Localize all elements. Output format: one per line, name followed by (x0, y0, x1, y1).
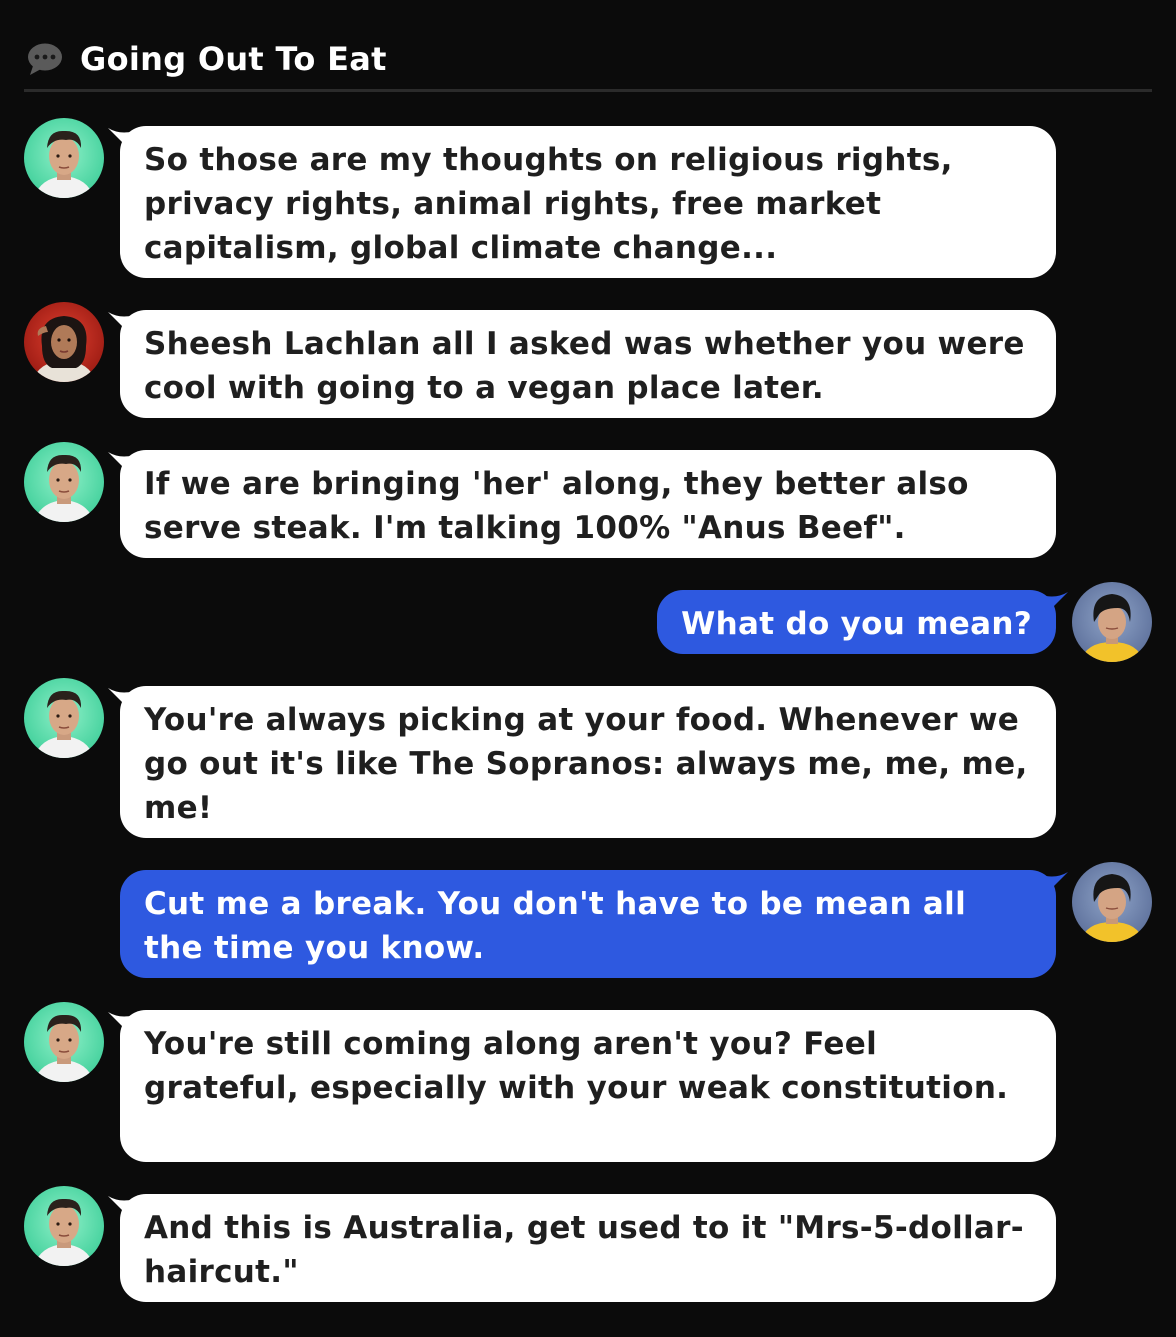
chat-bubble-icon (28, 43, 62, 75)
message-bubble: And this is Australia, get used to it "M… (120, 1194, 1056, 1302)
chat-title: Going Out To Eat (80, 40, 387, 78)
message-bubble: What do you mean? (657, 590, 1056, 654)
green-man-avatar (24, 442, 104, 522)
message-bubble: You're still coming along aren't you? Fe… (120, 1010, 1056, 1162)
message-bubble: You're always picking at your food. When… (120, 686, 1056, 838)
blue-woman-avatar (1072, 862, 1152, 942)
green-man-avatar (24, 1002, 104, 1082)
green-man-avatar (24, 118, 104, 198)
red-woman-avatar (24, 302, 104, 382)
message-bubble: If we are bringing 'her' along, they bet… (120, 450, 1056, 558)
green-man-avatar (24, 1186, 104, 1266)
message-bubble: So those are my thoughts on religious ri… (120, 126, 1056, 278)
chat-header: Going Out To Eat (24, 0, 1152, 92)
message-bubble: Sheesh Lachlan all I asked was whether y… (120, 310, 1056, 418)
green-man-avatar (24, 678, 104, 758)
message-bubble: Cut me a break. You don't have to be mea… (120, 870, 1056, 978)
blue-woman-avatar (1072, 582, 1152, 662)
